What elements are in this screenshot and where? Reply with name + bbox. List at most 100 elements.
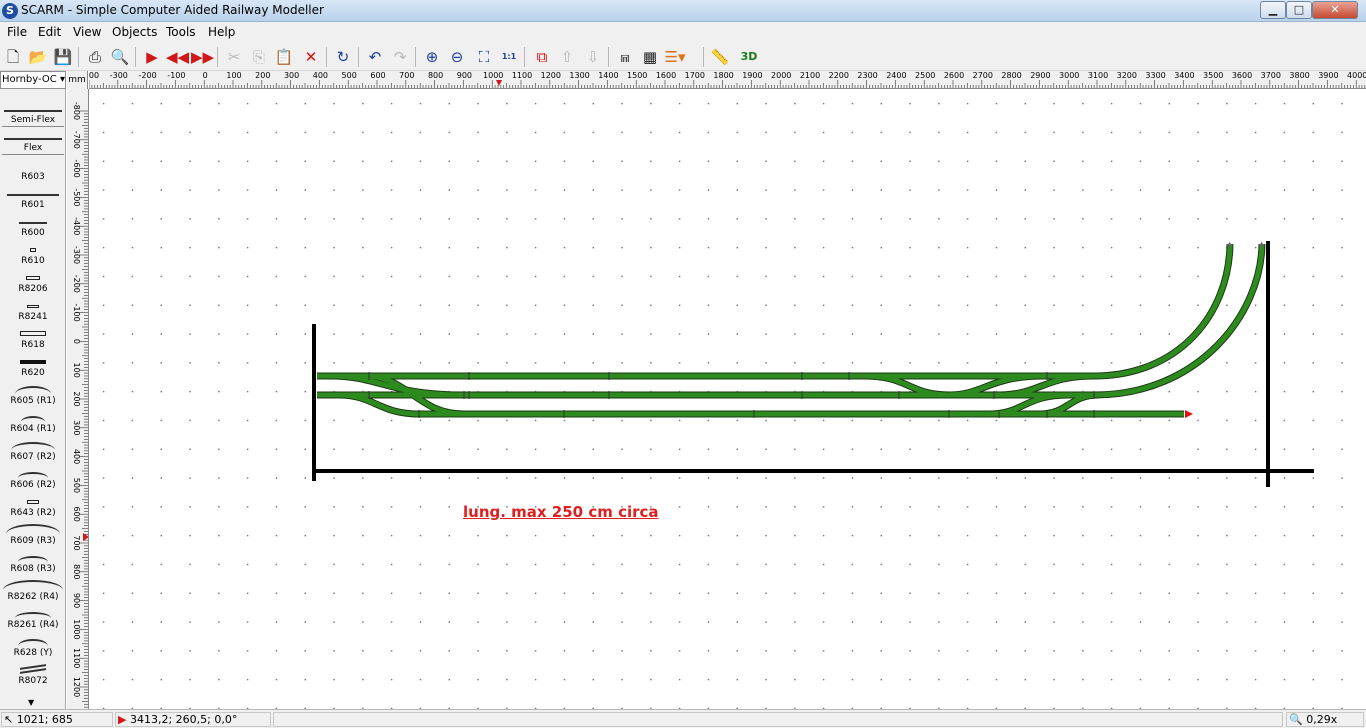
layout-canvas[interactable]: ✦ ✦ lung. max 250 cm circa — [89, 89, 1366, 709]
prev-icon[interactable]: ◀◀ — [166, 46, 189, 68]
palette-item[interactable]: R609 (R3) — [2, 519, 64, 547]
library-select[interactable]: Hornby-OC ▾ — [0, 71, 66, 89]
track-piece-icon — [2, 242, 64, 252]
palette-item[interactable]: R606 (R2) — [2, 463, 64, 491]
bridge-icon[interactable]: ⩎ — [614, 46, 636, 68]
title-bar: S SCARM - Simple Computer Aided Railway … — [0, 0, 1366, 22]
menu-file[interactable]: File — [7, 25, 27, 39]
delete-icon[interactable]: ✕ — [300, 46, 322, 68]
minimize-button[interactable]: ▁ — [1260, 1, 1286, 19]
layer-down-icon[interactable]: ⇩ — [582, 46, 604, 68]
cut-icon[interactable]: ✂ — [223, 46, 245, 68]
menu-tools[interactable]: Tools — [166, 25, 196, 39]
palette-item[interactable]: R620 — [2, 351, 64, 379]
track-palette: Semi-Flex Flex R603 R601 R600 R610 R8206 R8241 R… — [0, 89, 66, 709]
scroll-down-icon[interactable]: ▼ — [28, 698, 34, 707]
layout-drawing[interactable]: ✦ ✦ — [89, 89, 1366, 709]
palette-item[interactable]: R605 (R1) — [2, 379, 64, 407]
palette-item[interactable]: R643 (R2) — [2, 491, 64, 519]
vertical-ruler-ticks: -800-700-600-500-400-300-200-10001002003… — [72, 102, 88, 708]
palette-item[interactable]: R600 — [2, 211, 64, 239]
ruler-label: 700 — [399, 71, 414, 80]
close-button[interactable]: ✕ — [1312, 1, 1358, 19]
print-preview-icon[interactable]: 🔍 — [109, 46, 131, 68]
ruler-label: -300 — [110, 71, 128, 80]
ruler-label: 800 — [428, 71, 443, 80]
save-icon[interactable]: 💾 — [52, 46, 74, 68]
next-icon[interactable]: ▶▶ — [191, 46, 214, 68]
zoom-out-icon[interactable]: ⊖ — [446, 46, 468, 68]
palette-item-label: R8072 — [18, 676, 48, 686]
menu-objects[interactable]: Objects — [112, 25, 157, 39]
toolbar-separator — [78, 47, 79, 67]
3d-view-icon[interactable]: 3D — [738, 46, 760, 68]
status-message — [273, 712, 1283, 727]
ruler-label: 3200 — [1117, 71, 1137, 80]
palette-item-label: R628 (Y) — [13, 648, 53, 658]
palette-item-label: R608 (R3) — [10, 564, 56, 574]
palette-item[interactable]: R8262 (R4) — [2, 575, 64, 603]
ruler-label: 3000 — [1059, 71, 1079, 80]
ruler-label: 2700 — [973, 71, 993, 80]
ruler-label: 300 — [284, 71, 299, 80]
palette-item[interactable]: Semi-Flex — [2, 99, 64, 127]
palette-item-label: R606 (R2) — [10, 480, 56, 490]
palette-item[interactable]: R610 — [2, 239, 64, 267]
new-icon[interactable]: 🗋 — [2, 46, 24, 68]
paste-icon[interactable]: 📋 — [273, 46, 295, 68]
menu-view[interactable]: View — [73, 25, 101, 39]
vertical-ruler[interactable]: -800 -700 -600 -500 -400 -300 -200 -100 0 100 200 3… — [67, 89, 89, 709]
palette-item[interactable]: R601 — [2, 183, 64, 211]
line-style-icon[interactable]: ☰▾ — [664, 46, 686, 68]
palette-item[interactable]: R607 (R2) — [2, 435, 64, 463]
toolbar-separator — [326, 47, 327, 67]
layer-icon[interactable]: ⇧ — [556, 46, 578, 68]
open-icon[interactable]: 📂 — [27, 46, 49, 68]
palette-item[interactable]: R8241 — [2, 295, 64, 323]
palette-item[interactable]: R8261 (R4) — [2, 603, 64, 631]
chip-icon[interactable]: ▦ — [639, 46, 661, 68]
rotate-icon[interactable]: ↻ — [332, 46, 354, 68]
horizontal-ruler[interactable]: -400 -300 -200 -100 0 100 200 300 400 500 600 700 80… — [89, 71, 1366, 89]
track-piece-icon — [2, 662, 64, 674]
zoom-fit-icon[interactable]: ⛶ — [473, 46, 495, 68]
palette-item-label: R618 — [21, 340, 45, 350]
track-piece-icon — [2, 326, 64, 336]
palette-item[interactable]: R628 (Y) — [2, 631, 64, 659]
layer-up-icon[interactable]: ⧉ — [531, 46, 553, 68]
measure-icon[interactable]: 📏 — [709, 46, 731, 68]
palette-item[interactable]: R618 — [2, 323, 64, 351]
palette-item-label: R600 — [21, 228, 45, 238]
layout-annotation[interactable]: lung. max 250 cm circa — [463, 503, 659, 521]
track-piece-icon — [2, 102, 64, 112]
ruler-label: 3500 — [1203, 71, 1223, 80]
palette-item[interactable]: R8206 — [2, 267, 64, 295]
undo-icon[interactable]: ↶ — [364, 46, 386, 68]
ruler-label: 3900 — [1318, 71, 1338, 80]
menu-help[interactable]: Help — [208, 25, 235, 39]
units-label: mm — [67, 71, 88, 89]
zoom-1to1-icon[interactable]: 1:1 — [498, 46, 520, 68]
palette-item[interactable]: R604 (R1) — [2, 407, 64, 435]
copy-icon[interactable]: ⎘ — [248, 46, 270, 68]
palette-item[interactable]: R603 — [2, 155, 64, 183]
print-icon[interactable]: ⎙ — [84, 46, 106, 68]
track-piece-icon — [2, 522, 64, 532]
window-title: SCARM - Simple Computer Aided Railway Mo… — [21, 3, 324, 17]
track-piece-icon — [2, 354, 64, 364]
ruler-label: 3300 — [1145, 71, 1165, 80]
redo-icon[interactable]: ↷ — [389, 46, 411, 68]
select-icon[interactable]: ▶ — [141, 46, 163, 68]
palette-item[interactable]: R608 (R3) — [2, 547, 64, 575]
ruler-label: 1800 — [713, 71, 733, 80]
toolbar: 🗋 📂 💾 ⎙ 🔍 ▶ ◀◀ ▶▶ ✂ ⎘ 📋 ✕ ↻ ↶ ↷ ⊕ ⊖ ⛶ 1:… — [0, 42, 1366, 71]
ruler-label: -200 — [139, 71, 157, 80]
palette-item[interactable]: R8072 — [2, 659, 64, 687]
palette-item[interactable]: Flex — [2, 127, 64, 155]
ruler-label: -100 — [167, 71, 185, 80]
ruler-label: 1700 — [685, 71, 705, 80]
zoom-in-icon[interactable]: ⊕ — [421, 46, 443, 68]
ruler-label: 1000 — [483, 71, 503, 80]
menu-edit[interactable]: Edit — [38, 25, 61, 39]
maximize-button[interactable]: □ — [1286, 1, 1312, 19]
